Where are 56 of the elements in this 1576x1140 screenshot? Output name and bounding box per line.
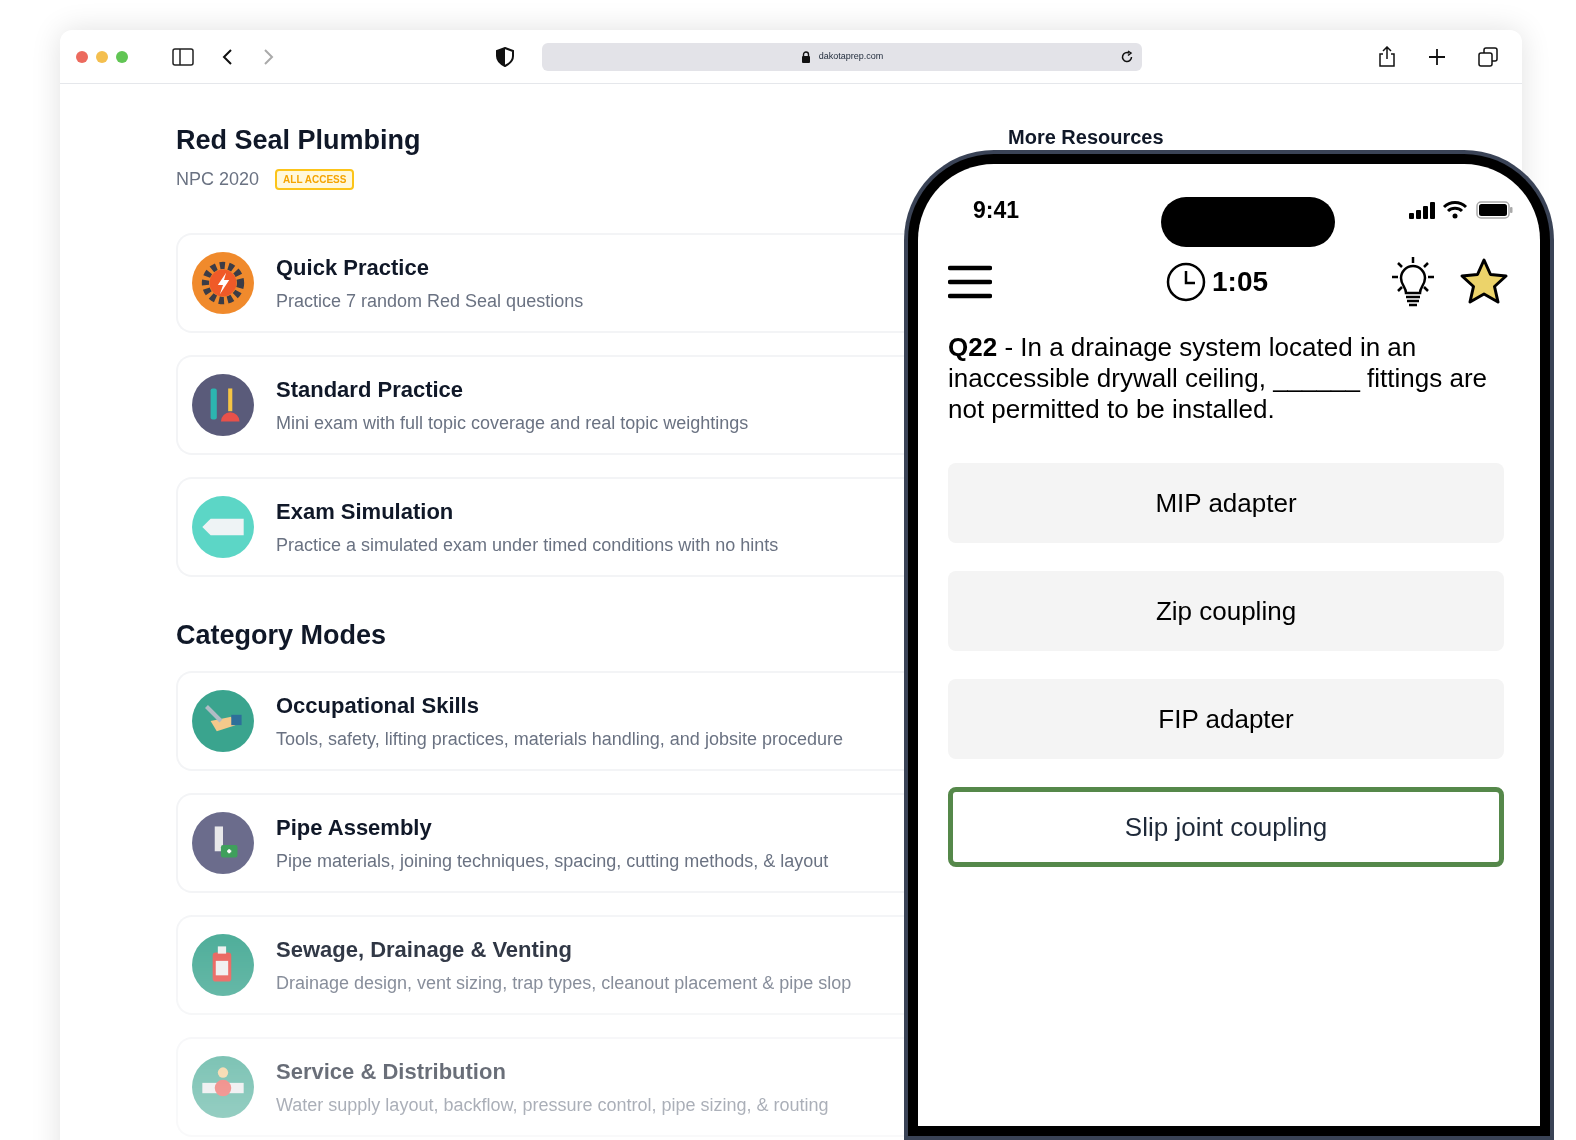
mode-title: Exam Simulation — [276, 497, 455, 526]
sidebar-icon[interactable] — [172, 47, 194, 66]
question-text: Q22 - In a drainage system located in an inaccessible drywall ceiling, ______ fittings are not permitted to be installed. — [948, 332, 1489, 425]
mode-card[interactable]: Occupational Skills Tools, safety, lifting practices, materials handling, and jobsite procedure — [176, 671, 904, 772]
share-icon[interactable] — [1378, 45, 1396, 68]
clock-icon — [1166, 262, 1206, 302]
mode-title: Occupational Skills — [276, 692, 480, 721]
back-icon[interactable] — [222, 47, 234, 66]
mode-description: Practice a simulated exam under timed conditions with no hints — [276, 533, 779, 557]
access-badge: ALL ACCESS — [275, 168, 355, 190]
mode-title: Service & Distribution — [276, 1058, 507, 1087]
wifi-icon — [1442, 201, 1468, 219]
mode-description: Mini exam with full topic coverage and real topic weightings — [276, 411, 749, 435]
mode-card[interactable]: Sewage, Drainage & Venting Drainage design, vent sizing, trap types, cleanout placement & pipe slop — [176, 915, 904, 1016]
shield-icon[interactable] — [496, 46, 514, 67]
section-heading: Category Modes — [176, 618, 388, 652]
timer-text: 1:05 — [1212, 265, 1269, 299]
mode-description: Water supply layout, backflow, pressure control, pipe sizing, & routing — [276, 1094, 829, 1118]
tools-icon — [192, 373, 254, 436]
signal-icon — [1408, 201, 1438, 219]
wrench-hand-icon — [192, 690, 254, 753]
battery-icon — [1476, 201, 1514, 219]
close-window-button[interactable] — [76, 50, 88, 63]
tabs-icon[interactable] — [1478, 46, 1498, 67]
answer-option[interactable]: MIP adapter — [948, 463, 1504, 543]
url-text: dakotaprep.com — [818, 49, 884, 63]
mode-card[interactable]: Quick Practice Practice 7 random Red Seal questions — [176, 232, 904, 333]
mode-description: Drainage design, vent sizing, trap types, cleanout placement & pipe slop — [276, 972, 852, 996]
mode-title: Quick Practice — [276, 253, 430, 282]
lock-icon — [800, 50, 811, 63]
mode-title: Pipe Assembly — [276, 814, 433, 843]
edition-label: NPC 2020 — [176, 167, 260, 191]
gear-icon — [192, 251, 254, 314]
mode-description: Practice 7 random Red Seal questions — [276, 289, 584, 313]
status-time: 9:41 — [973, 195, 1020, 225]
answer-option[interactable]: Slip joint coupling — [948, 787, 1504, 867]
section-heading: More Resources — [1008, 125, 1164, 150]
mode-description: Pipe materials, joining techniques, spacing, cutting methods, & layout — [276, 850, 829, 874]
mode-card[interactable]: Standard Practice Mini exam with full topic coverage and real topic weightings — [176, 354, 904, 455]
answer-option[interactable]: Zip coupling — [948, 571, 1504, 651]
mode-description: Tools, safety, lifting practices, materials handling, and jobsite procedure — [276, 728, 843, 752]
address-bar[interactable]: dakotaprep.com — [542, 42, 1142, 71]
valve-icon — [192, 1056, 254, 1119]
mode-title: Standard Practice — [276, 375, 465, 404]
mode-card[interactable]: Pipe Assembly Pipe materials, joining techniques, spacing, cutting methods, & layout — [176, 793, 904, 894]
grade-tag-icon — [192, 495, 254, 558]
reload-icon[interactable] — [1120, 49, 1134, 64]
mode-card[interactable]: Service & Distribution Water supply layout, backflow, pressure control, pipe sizing, & routing — [176, 1037, 904, 1138]
mode-title: Sewage, Drainage & Venting — [276, 936, 573, 965]
bottle-icon — [192, 934, 254, 997]
new-tab-icon[interactable] — [1428, 47, 1446, 66]
menu-icon[interactable] — [948, 265, 992, 299]
mode-card[interactable]: Exam Simulation Practice a simulated exam under timed conditions with no hints — [176, 476, 904, 577]
page-title: Red Seal Plumbing — [176, 124, 422, 157]
answer-option[interactable]: FIP adapter — [948, 679, 1504, 759]
pipe-kit-icon — [192, 812, 254, 875]
